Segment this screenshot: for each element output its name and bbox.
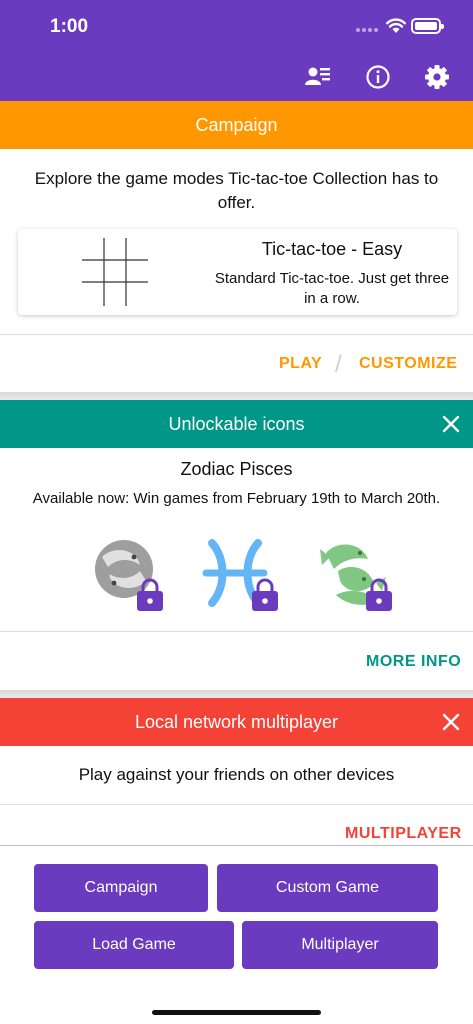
more-info-button[interactable]: MORE INFO bbox=[366, 653, 461, 671]
contacts-list-icon[interactable] bbox=[305, 64, 331, 90]
custom-game-button[interactable]: Custom Game bbox=[217, 864, 438, 912]
zodiac-availability: Available now: Win games from February 1… bbox=[32, 490, 441, 507]
customize-button[interactable]: CUSTOMIZE bbox=[359, 355, 457, 373]
campaign-button[interactable]: Campaign bbox=[34, 864, 208, 912]
multiplayer-button[interactable]: Multiplayer bbox=[242, 921, 438, 969]
close-icon[interactable] bbox=[439, 710, 463, 734]
battery-icon bbox=[411, 18, 444, 34]
play-button[interactable]: PLAY bbox=[279, 355, 322, 373]
card-separator bbox=[0, 690, 473, 698]
local-network-title: Local network multiplayer bbox=[134, 711, 339, 732]
lock-icon bbox=[252, 578, 278, 611]
gear-icon[interactable] bbox=[424, 64, 450, 90]
card-separator bbox=[0, 392, 473, 400]
local-network-header: Local network multiplayer bbox=[0, 698, 473, 746]
lock-icon bbox=[137, 578, 163, 611]
load-game-button[interactable]: Load Game bbox=[34, 921, 234, 969]
app-bar: 1:00 bbox=[0, 0, 473, 101]
status-time: 1:00 bbox=[50, 16, 89, 37]
cellular-signal-icon bbox=[356, 28, 378, 32]
lock-icon bbox=[366, 578, 392, 611]
multiplayer-link-button[interactable]: MULTIPLAYER bbox=[345, 825, 462, 843]
unlockable-icons-header: Unlockable icons bbox=[0, 400, 473, 448]
zodiac-title: Zodiac Pisces bbox=[180, 459, 293, 479]
tic-tac-toe-grid-icon bbox=[82, 238, 148, 306]
campaign-description: Explore the game modes Tic-tac-toe Colle… bbox=[34, 169, 439, 212]
separator-slash: / bbox=[335, 351, 342, 378]
divider bbox=[0, 804, 473, 805]
home-indicator bbox=[152, 1010, 321, 1015]
wifi-icon bbox=[386, 18, 406, 33]
campaign-header: Campaign bbox=[0, 101, 473, 149]
game-mode-card[interactable]: Tic-tac-toe - Easy Standard Tic-tac-toe.… bbox=[18, 229, 457, 315]
game-mode-description: Standard Tic-tac-toe. Just get three in … bbox=[214, 270, 450, 307]
bottom-action-bar: Campaign Custom Game Load Game Multiplay… bbox=[0, 845, 473, 1024]
game-mode-title: Tic-tac-toe - Easy bbox=[261, 239, 403, 259]
divider bbox=[0, 334, 473, 335]
close-icon[interactable] bbox=[439, 412, 463, 436]
local-network-description: Play against your friends on other devic… bbox=[78, 765, 395, 784]
info-icon[interactable] bbox=[365, 64, 391, 90]
campaign-header-title: Campaign bbox=[195, 114, 278, 135]
unlockable-icons-title: Unlockable icons bbox=[168, 413, 305, 434]
divider bbox=[0, 631, 473, 632]
